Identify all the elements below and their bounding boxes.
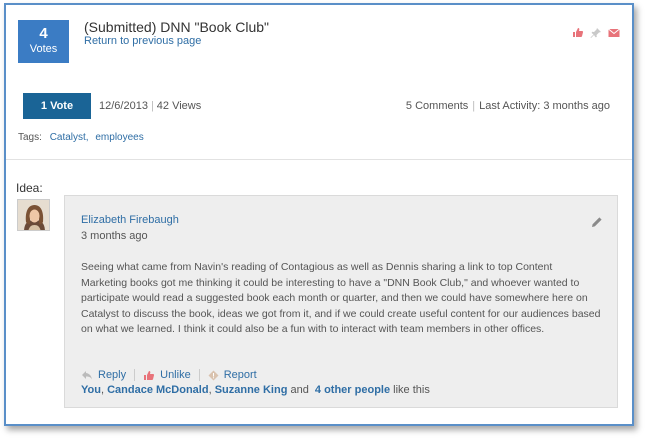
votes-label: Votes	[29, 43, 58, 55]
report-button[interactable]: Report	[208, 369, 257, 381]
post-time: 3 months ago	[81, 230, 148, 242]
unlike-button[interactable]: Unlike	[143, 369, 191, 381]
tag-catalyst[interactable]: Catalyst,	[50, 132, 89, 143]
likers-line: You, Candace McDonald, Suzanne King and …	[81, 384, 430, 396]
view-count: 42 Views	[156, 100, 202, 112]
liker-suzanne[interactable]: Suzanne King	[215, 384, 288, 396]
idea-post: Elizabeth Firebaugh 3 months ago Seeing …	[64, 195, 618, 408]
flag-icon	[208, 370, 219, 380]
tag-list: Tags: Catalyst, employees	[18, 132, 144, 143]
tags-label: Tags:	[18, 132, 42, 143]
post-body: Seeing what came from Navin's reading of…	[81, 261, 601, 335]
header-actions	[572, 27, 620, 38]
report-label: Report	[223, 369, 257, 381]
section-divider	[6, 159, 632, 160]
page-title: (Submitted) DNN "Book Club"	[84, 19, 270, 35]
post-date: 12/6/2013	[99, 100, 148, 112]
mail-icon[interactable]	[608, 27, 620, 38]
idea-panel: 4 Votes (Submitted) DNN "Book Club" Retu…	[4, 3, 634, 426]
return-link[interactable]: Return to previous page	[84, 35, 201, 47]
avatar[interactable]	[17, 199, 50, 231]
last-activity: Last Activity: 3 months ago	[479, 100, 610, 112]
pin-icon[interactable]	[590, 27, 602, 38]
likers-others-link[interactable]: 4 other people	[315, 384, 390, 396]
like-icon[interactable]	[572, 27, 584, 38]
liker-you[interactable]: You	[81, 384, 101, 396]
post-actions: Reply Unlike Report	[81, 369, 257, 381]
likers-and: and	[290, 384, 309, 396]
vote-button[interactable]: 1 Vote	[23, 93, 91, 119]
likers-suffix: like this	[393, 384, 430, 396]
reply-label: Reply	[98, 369, 127, 381]
unlike-label: Unlike	[160, 369, 191, 381]
post-meta: 12/6/2013 | 42 Views	[99, 100, 202, 112]
tag-employees[interactable]: employees	[95, 132, 143, 143]
votes-badge: 4 Votes	[18, 20, 69, 63]
author-link[interactable]: Elizabeth Firebaugh	[81, 214, 179, 226]
reply-button[interactable]: Reply	[81, 369, 126, 381]
liker-candace[interactable]: Candace McDonald	[107, 384, 208, 396]
activity-meta: 5 Comments | Last Activity: 3 months ago	[405, 100, 610, 112]
thumbs-up-icon	[144, 370, 155, 380]
pencil-icon[interactable]	[591, 216, 603, 228]
comment-count[interactable]: 5 Comments	[406, 100, 468, 112]
votes-count: 4	[39, 25, 48, 42]
idea-label: Idea:	[16, 181, 43, 195]
reply-icon	[82, 371, 92, 380]
